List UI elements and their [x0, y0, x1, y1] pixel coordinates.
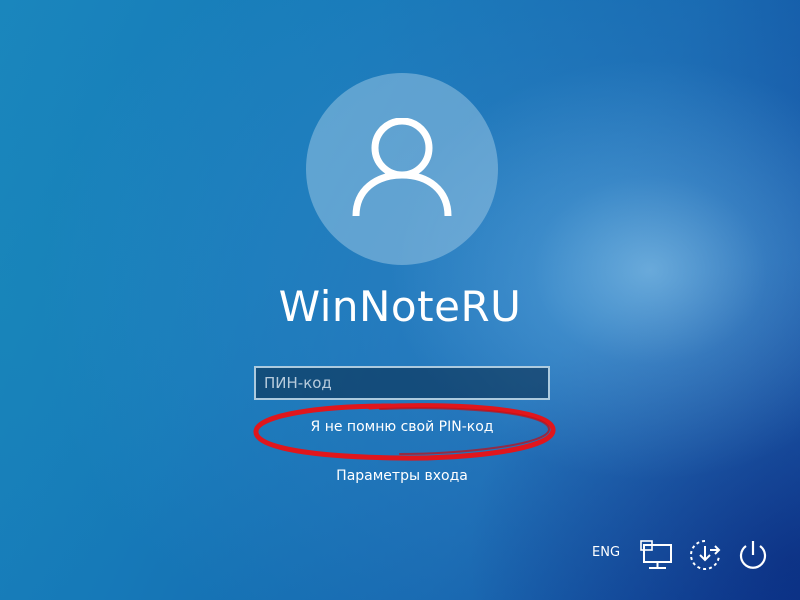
sign-in-options-link[interactable]: Параметры входа: [254, 468, 550, 484]
user-name: WinNoteRU: [278, 282, 522, 331]
user-silhouette-icon: [352, 118, 452, 217]
pin-input[interactable]: [256, 368, 548, 398]
network-icon[interactable]: [639, 538, 673, 572]
language-indicator[interactable]: ENG: [592, 545, 620, 560]
forgot-pin-link[interactable]: Я не помню свой PIN-код: [254, 419, 550, 435]
pin-input-box[interactable]: [254, 366, 550, 400]
ease-of-access-icon[interactable]: [688, 538, 722, 572]
power-icon[interactable]: [736, 538, 770, 572]
user-avatar: [306, 73, 498, 265]
